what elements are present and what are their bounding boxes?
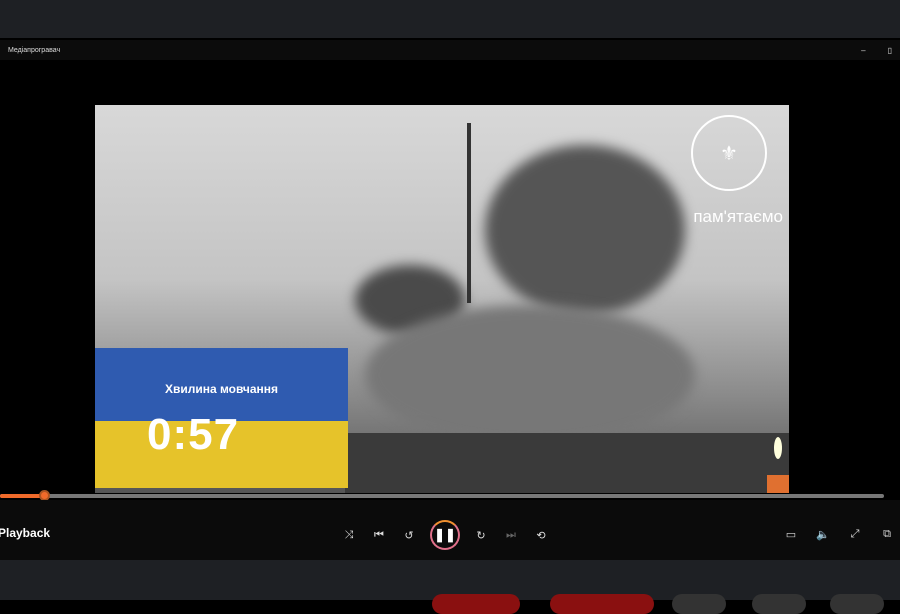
candle-icon (767, 433, 789, 493)
smoke-cloud (485, 145, 685, 315)
city-skyline (345, 433, 789, 493)
smoke-cloud (365, 305, 695, 445)
rewind-button[interactable]: ↺ (400, 525, 418, 545)
video-frame[interactable]: ⚜ пам'ятаємо Хвилина мовчання 0:57 (95, 105, 789, 493)
seek-bar[interactable] (0, 490, 884, 501)
pause-button[interactable]: ❚❚ (430, 520, 460, 550)
playback-label: Playback (0, 526, 51, 540)
browser-top-bar (0, 0, 900, 38)
silence-overlay: Хвилина мовчання 0:57 (95, 348, 348, 488)
repeat-button[interactable]: ⟲ (532, 525, 550, 545)
minimize-button[interactable]: – (861, 46, 865, 55)
miniplayer-button[interactable]: ▭ (782, 524, 800, 544)
taskbar-button[interactable] (672, 594, 726, 614)
taskbar-button[interactable] (550, 594, 654, 614)
restore-button[interactable]: ▯ (888, 46, 892, 55)
title-bar: Медіапрогравач – ▯ (0, 40, 900, 60)
taskbar (0, 560, 900, 614)
taskbar-button[interactable] (830, 594, 884, 614)
overlay-title: Хвилина мовчання (164, 382, 279, 396)
tv-tower (467, 123, 471, 303)
emblem-icon: ⚜ (691, 115, 767, 191)
countdown-timer: 0:57 (147, 410, 240, 459)
cast-button[interactable]: ⧉ (878, 524, 896, 544)
forward-button[interactable]: ↻ (472, 525, 490, 545)
window-title: Медіапрогравач (8, 46, 61, 54)
shuffle-button[interactable]: ⤨ (340, 525, 358, 545)
volume-button[interactable]: 🔈 (814, 524, 832, 544)
watermark-text: пам'ятаємо (693, 207, 783, 226)
seek-progress (0, 494, 45, 498)
taskbar-button[interactable] (432, 594, 520, 614)
fullscreen-button[interactable]: ⤢ (846, 524, 864, 544)
previous-button[interactable]: ⏮ (370, 525, 388, 545)
taskbar-button[interactable] (752, 594, 806, 614)
control-bar: Playback ⤨ ⏮ ↺ ❚❚ ↻ ⏭ ⟲ ▭ 🔈 ⤢ ⧉ (0, 500, 900, 560)
next-button[interactable]: ⏭ (502, 525, 520, 545)
